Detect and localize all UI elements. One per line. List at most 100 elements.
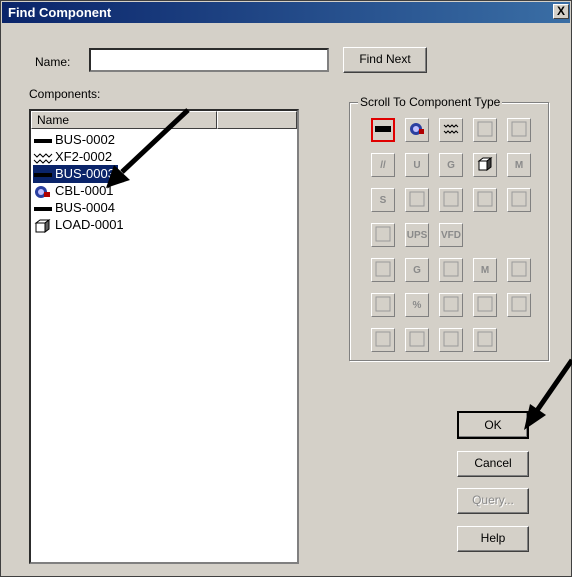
type-button-relay[interactable] [405, 328, 429, 352]
bus-icon [33, 168, 53, 182]
motor-icon: M [514, 159, 524, 171]
breaker-panel-icon [375, 261, 391, 280]
ok-label: OK [484, 418, 502, 432]
transformer-icon [33, 151, 53, 165]
find-component-dialog: Find Component X Name: Find Next Compone… [0, 0, 572, 577]
scroll-to-type-group: Scroll To Component Type // U G M S UPS VFD G M% [349, 95, 549, 361]
type-button-load-group[interactable] [507, 258, 531, 282]
battery-icon [443, 296, 459, 315]
inverter-icon: % [412, 299, 422, 311]
load-icon [477, 156, 493, 175]
cancel-button[interactable]: Cancel [457, 451, 529, 477]
type-button-ups[interactable]: UPS [405, 223, 429, 247]
list-item[interactable]: BUS-0004 [33, 199, 118, 217]
list-item[interactable]: LOAD-0001 [33, 216, 127, 234]
type-button-switch[interactable] [405, 188, 429, 212]
filter-icon [443, 261, 459, 280]
surge-icon [511, 296, 527, 315]
ok-button[interactable]: OK [457, 411, 529, 439]
column-header-empty[interactable] [217, 111, 297, 129]
list-item[interactable]: BUS-0003 [32, 164, 119, 184]
transformer-3w-icon [477, 121, 493, 140]
type-button-fuse[interactable] [439, 328, 463, 352]
type-button-transfer-switch[interactable] [473, 188, 497, 212]
type-button-motor[interactable]: M [507, 153, 531, 177]
column-header-name[interactable]: Name [31, 111, 217, 129]
transformer-2w-icon [443, 121, 459, 140]
find-next-label: Find Next [359, 52, 411, 66]
type-button-harmonic[interactable] [473, 293, 497, 317]
components-list[interactable]: Name BUS-0002 XF2-0002 BUS-0003 CBL-0001 BUS… [29, 109, 299, 564]
cancel-label: Cancel [474, 456, 512, 470]
schedule-icon [375, 331, 391, 350]
type-button-surge[interactable] [507, 293, 531, 317]
type-button-transformer-2w[interactable] [439, 118, 463, 142]
scroll-to-type-label: Scroll To Component Type [358, 95, 503, 109]
list-item[interactable]: XF2-0002 [33, 148, 115, 166]
load-group-icon [511, 261, 527, 280]
busway-icon [511, 191, 527, 210]
type-button-panel[interactable] [439, 188, 463, 212]
type-button-meter[interactable] [473, 328, 497, 352]
type-button-filter[interactable] [439, 258, 463, 282]
type-button-static-source[interactable]: S [371, 188, 395, 212]
column-header-label: Name [37, 113, 70, 127]
type-button-bus[interactable] [371, 118, 395, 142]
list-item-label: CBL-0001 [55, 183, 114, 198]
components-label: Components: [29, 87, 101, 101]
type-button-breaker-panel[interactable] [371, 258, 395, 282]
relay-icon [409, 331, 425, 350]
ups-icon: UPS [406, 229, 428, 241]
impedance-icon: // [380, 159, 386, 171]
type-button-impedance[interactable]: // [371, 153, 395, 177]
meter-icon [477, 331, 493, 350]
type-button-charger[interactable] [371, 293, 395, 317]
type-button-capacitor[interactable]: G [405, 258, 429, 282]
type-button-motor-group[interactable]: M [473, 258, 497, 282]
name-input[interactable] [89, 48, 329, 72]
help-button[interactable]: Help [457, 526, 529, 552]
type-button-busway[interactable] [507, 188, 531, 212]
motor-group-icon: M [480, 264, 490, 276]
transformer-winding-icon [511, 121, 527, 140]
title-bar: Find Component X [2, 2, 570, 23]
type-button-capacitor-bank[interactable] [371, 223, 395, 247]
type-button-schedule[interactable] [371, 328, 395, 352]
harmonic-icon [477, 296, 493, 315]
type-button-transformer-3w[interactable] [473, 118, 497, 142]
list-item[interactable]: CBL-0001 [33, 182, 117, 200]
list-item-label: XF2-0002 [55, 149, 113, 164]
type-button-utility[interactable]: U [405, 153, 429, 177]
vfd-icon: VFD [441, 229, 461, 241]
panel-icon [443, 191, 459, 210]
capacitor-icon: G [413, 264, 421, 276]
list-item-label: BUS-0002 [55, 132, 115, 147]
close-button[interactable]: X [553, 4, 569, 19]
load-icon [33, 218, 53, 233]
static-source-icon: S [379, 194, 387, 206]
utility-icon: U [413, 159, 421, 171]
find-next-button[interactable]: Find Next [343, 47, 427, 73]
help-label: Help [480, 531, 506, 545]
cable-icon [409, 121, 425, 140]
type-button-load[interactable] [473, 153, 497, 177]
fuse-icon [443, 331, 459, 350]
capacitor-bank-icon [375, 226, 391, 245]
type-button-cable[interactable] [405, 118, 429, 142]
list-item-label: LOAD-0001 [55, 217, 124, 232]
bus-icon [375, 125, 391, 136]
bus-icon [33, 202, 53, 216]
query-label: Query... [472, 493, 514, 507]
list-item-label: BUS-0004 [55, 200, 115, 215]
list-item[interactable]: BUS-0002 [33, 131, 118, 149]
type-button-inverter[interactable]: % [405, 293, 429, 317]
generator-icon: G [447, 159, 455, 171]
type-button-battery[interactable] [439, 293, 463, 317]
transfer-switch-icon [477, 191, 493, 210]
query-button: Query... [457, 488, 529, 514]
type-button-generator[interactable]: G [439, 153, 463, 177]
list-item-label: BUS-0003 [55, 166, 115, 181]
type-button-vfd[interactable]: VFD [439, 223, 463, 247]
cable-icon [33, 185, 53, 199]
type-button-transformer-winding[interactable] [507, 118, 531, 142]
